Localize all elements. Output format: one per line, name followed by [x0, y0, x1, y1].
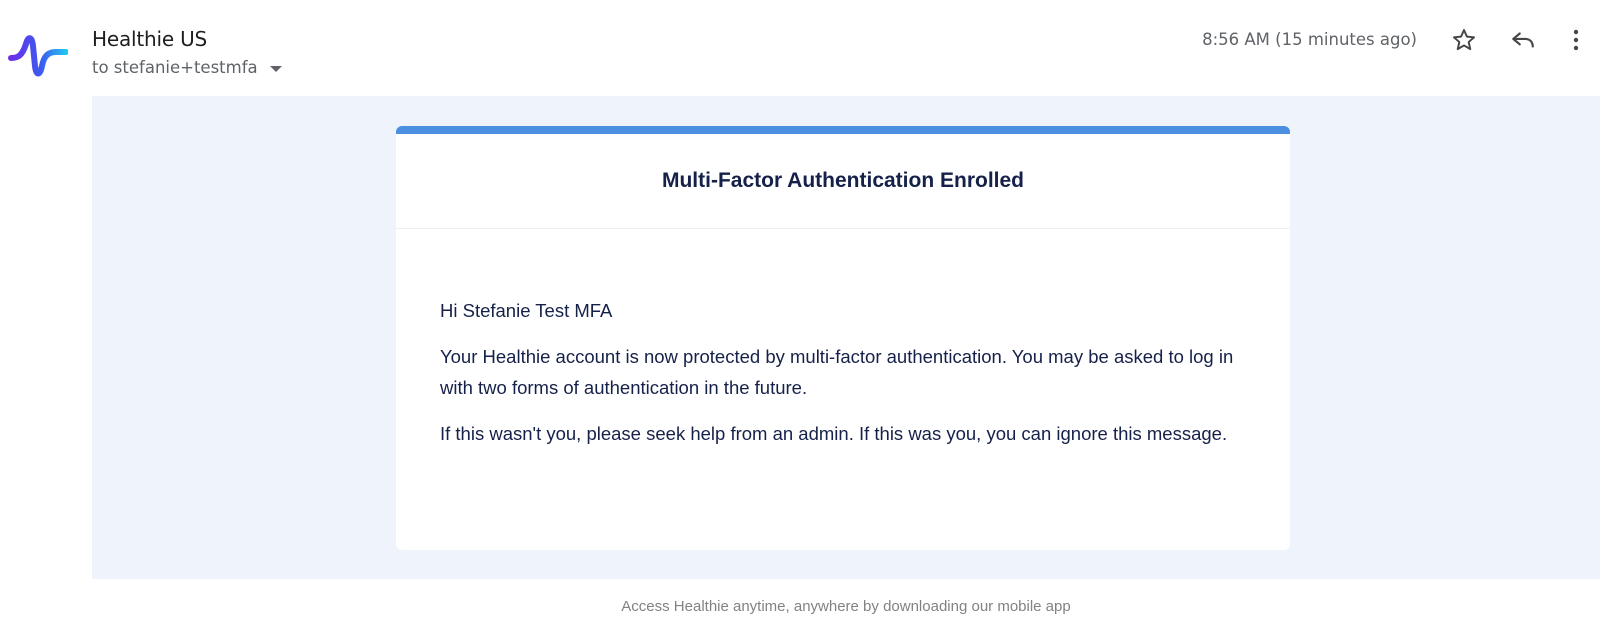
recipient-details-toggle[interactable]: to stefanie+testmfa [92, 58, 282, 77]
body-paragraph-2: If this wasn't you, please seek help fro… [440, 423, 1228, 444]
reply-button[interactable] [1507, 24, 1539, 56]
body-paragraph-1: Your Healthie account is now protected b… [440, 346, 1234, 398]
greeting: Hi Stefanie Test MFA [440, 300, 613, 321]
footer-text: Access Healthie anytime, anywhere by dow… [621, 598, 1071, 615]
more-options-button[interactable] [1564, 24, 1588, 56]
healthie-logo-icon [8, 35, 69, 77]
sender-name: Healthie US [92, 27, 208, 51]
star-icon [1452, 29, 1476, 51]
card-body: Hi Stefanie Test MFA Your Healthie accou… [396, 229, 1290, 449]
reply-icon [1512, 32, 1534, 48]
recipient-label: to stefanie+testmfa [92, 58, 258, 77]
star-button[interactable] [1448, 24, 1480, 56]
card-header: Multi-Factor Authentication Enrolled [396, 134, 1290, 229]
chevron-down-icon [269, 65, 282, 72]
accent-bar [396, 126, 1290, 134]
email-card: Multi-Factor Authentication Enrolled Hi … [396, 126, 1290, 550]
sender-avatar[interactable] [8, 28, 69, 84]
more-vert-icon [1573, 29, 1579, 51]
email-title: Multi-Factor Authentication Enrolled [661, 169, 1025, 192]
message-timestamp: 8:56 AM (15 minutes ago) [1202, 30, 1417, 49]
